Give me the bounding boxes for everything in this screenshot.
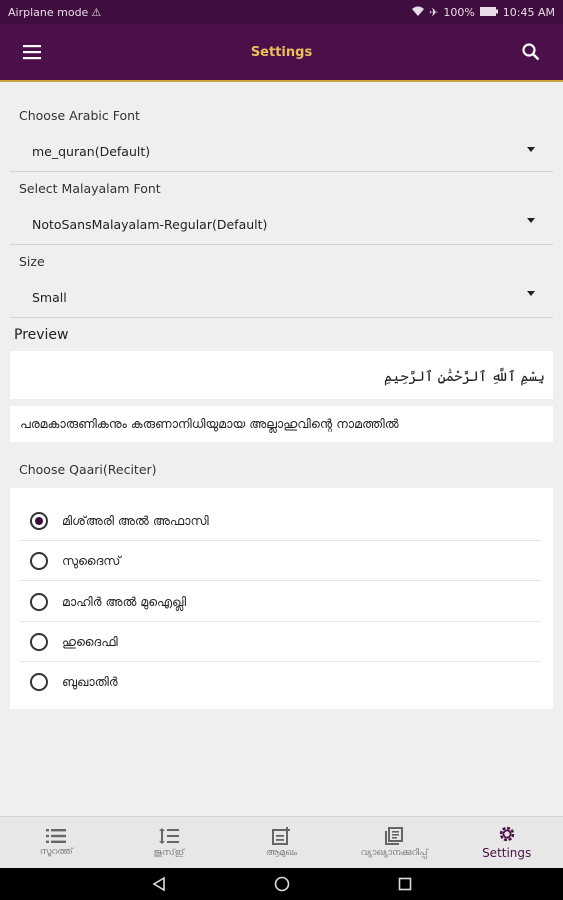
radio-unselected-icon[interactable]: [30, 552, 48, 570]
reciter-item[interactable]: ഹുദൈഫി: [10, 622, 553, 662]
reciter-name: മാഹിർ അൽ മുഐഖ്ലി: [62, 594, 187, 609]
gear-icon: [499, 826, 514, 842]
radio-unselected-icon[interactable]: [30, 673, 48, 691]
library-books-icon: [385, 827, 404, 845]
malayalam-font-dropdown[interactable]: NotoSansMalayalam-Regular(Default): [10, 211, 553, 239]
home-icon[interactable]: [274, 876, 290, 892]
airplane-icon: ✈: [429, 5, 439, 19]
battery-icon: [479, 6, 498, 19]
reciter-item[interactable]: ബുഖാതിർ: [10, 662, 553, 702]
dropdown-arrow-icon: [527, 147, 535, 152]
menu-button[interactable]: [0, 23, 64, 81]
size-label: Size: [19, 254, 45, 269]
malayalam-preview-text: പരമകാരുണികനും കരുണാനിധിയുമായ അല്ലാഹുവിന്…: [20, 416, 399, 431]
recent-apps-icon[interactable]: [398, 877, 412, 891]
reciter-name: മിശ്അരി അൽ അഫാസി: [62, 513, 209, 528]
system-navigation-bar: [0, 868, 563, 900]
note-add-icon: [272, 827, 291, 845]
radio-unselected-icon[interactable]: [30, 593, 48, 611]
arabic-font-value: me_quran(Default): [32, 144, 151, 159]
malayalam-font-label: Select Malayalam Font: [19, 181, 161, 196]
nav-label: ജുസ്ഇ്: [153, 848, 185, 858]
nav-label: Settings: [482, 846, 532, 860]
reciter-name: ഹുദൈഫി: [62, 634, 118, 649]
arabic-font-dropdown[interactable]: me_quran(Default): [10, 138, 553, 166]
status-time: 10:45 AM: [502, 5, 555, 19]
size-value: Small: [32, 290, 67, 305]
hamburger-menu-icon: [23, 45, 41, 60]
app-bar: Settings: [0, 24, 563, 82]
warning-icon: ⚠: [91, 5, 102, 19]
malayalam-font-setting: Select Malayalam Font: [10, 181, 553, 196]
list-icon: [46, 829, 67, 843]
nav-label: വ്യാഖ്യാനക്കുറിപ്പ്: [360, 848, 428, 858]
battery-percent: 100%: [443, 5, 475, 19]
divider: [10, 244, 553, 245]
bottom-navigation: സൂറത്ത് ജുസ്ഇ് ആമുഖം വ്യാഖ്യാനക്കുറിപ്പ്…: [0, 816, 563, 868]
size-dropdown[interactable]: Small: [10, 284, 553, 312]
search-button[interactable]: [499, 23, 563, 81]
arabic-font-label: Choose Arabic Font: [19, 108, 140, 123]
arabic-preview-text: بِسْمِ ٱللَّهِ ٱلرَّحْمَٰنِ ٱلرَّحِيمِ: [383, 369, 545, 385]
nav-item-juz[interactable]: ജുസ്ഇ്: [113, 817, 226, 868]
qaari-label: Choose Qaari(Reciter): [19, 462, 157, 477]
line-spacing-icon: [158, 828, 179, 844]
reciter-name: സുദൈസ്: [62, 553, 121, 568]
radio-unselected-icon[interactable]: [30, 633, 48, 651]
radio-selected-icon[interactable]: [30, 512, 48, 530]
reciter-list: മിശ്അരി അൽ അഫാസി സുദൈസ് മാഹിർ അൽ മുഐഖ്ലി…: [10, 488, 553, 709]
back-icon[interactable]: [151, 877, 166, 891]
divider: [10, 171, 553, 172]
preview-title: Preview: [14, 327, 69, 343]
search-icon: [522, 43, 540, 61]
nav-item-surah[interactable]: സൂറത്ത്: [0, 817, 113, 868]
status-airplane-mode-text: Airplane mode: [8, 5, 89, 19]
reciter-item[interactable]: മാഹിർ അൽ മുഐഖ്ലി: [10, 582, 553, 622]
wifi-icon: [412, 6, 425, 19]
size-setting: Size: [10, 254, 553, 269]
malayalam-font-value: NotoSansMalayalam-Regular(Default): [32, 217, 268, 232]
dropdown-arrow-icon: [527, 218, 535, 223]
divider: [20, 580, 541, 581]
page-title: Settings: [250, 44, 313, 60]
nav-item-commentary[interactable]: വ്യാഖ്യാനക്കുറിപ്പ്: [338, 817, 451, 868]
malayalam-preview-card: പരമകാരുണികനും കരുണാനിധിയുമായ അല്ലാഹുവിന്…: [10, 406, 553, 442]
reciter-name: ബുഖാതിർ: [62, 674, 118, 689]
arabic-preview-card: بِسْمِ ٱللَّهِ ٱلرَّحْمَٰنِ ٱلرَّحِيمِ: [10, 351, 553, 399]
status-bar: Airplane mode ⚠ ✈ 100% 10:45 AM: [0, 0, 563, 24]
reciter-item[interactable]: മിശ്അരി അൽ അഫാസി: [10, 501, 553, 541]
settings-content: Choose Arabic Font me_quran(Default) Sel…: [0, 84, 563, 816]
reciter-item[interactable]: സുദൈസ്: [10, 541, 553, 581]
nav-item-introduction[interactable]: ആമുഖം: [225, 817, 338, 868]
nav-label: സൂറത്ത്: [39, 847, 73, 857]
divider: [10, 317, 553, 318]
nav-item-settings[interactable]: Settings: [450, 817, 563, 868]
dropdown-arrow-icon: [527, 291, 535, 296]
nav-label: ആമുഖം: [265, 848, 298, 858]
